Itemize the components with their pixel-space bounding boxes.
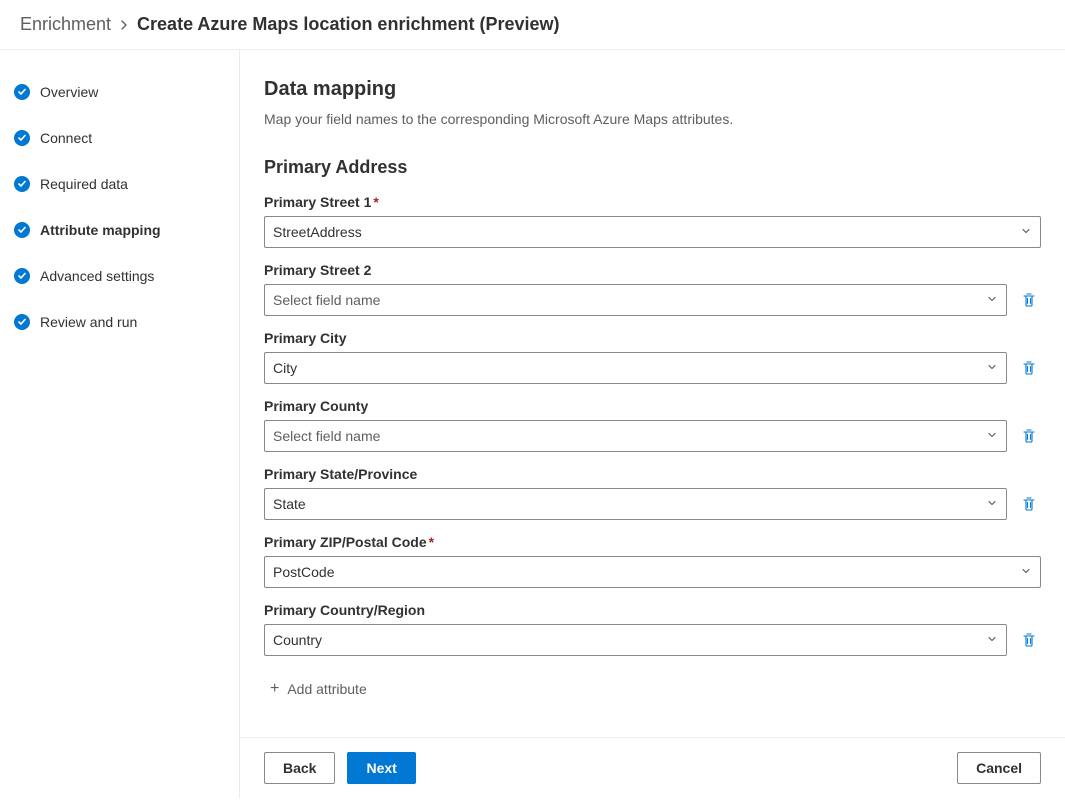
dropdown-value: Country <box>273 632 322 648</box>
wizard-sidebar: Overview Connect Required data Attribute ma… <box>0 50 240 798</box>
chevron-down-icon <box>986 632 998 648</box>
wizard-step-label: Connect <box>40 130 92 146</box>
section-subheading: Map your field names to the correspondin… <box>264 111 1041 127</box>
wizard-step[interactable]: Overview <box>14 78 239 106</box>
field-dropdown[interactable]: PostCode <box>264 556 1041 588</box>
field-dropdown[interactable]: City <box>264 352 1007 384</box>
required-indicator: * <box>373 194 378 210</box>
chevron-down-icon <box>986 496 998 512</box>
delete-icon[interactable] <box>1017 424 1041 448</box>
field: Primary State/Province State <box>264 466 1041 520</box>
field-dropdown[interactable]: Select field name <box>264 284 1007 316</box>
field-label: Primary Country/Region <box>264 602 1041 618</box>
chevron-right-icon <box>119 17 129 33</box>
field-dropdown[interactable]: Country <box>264 624 1007 656</box>
field: Primary County Select field name <box>264 398 1041 452</box>
dropdown-value: Select field name <box>273 292 380 308</box>
wizard-step[interactable]: Review and run <box>14 308 239 336</box>
group-heading: Primary Address <box>264 157 1041 178</box>
dropdown-value: City <box>273 360 297 376</box>
field-dropdown[interactable]: State <box>264 488 1007 520</box>
wizard-step-label: Attribute mapping <box>40 222 161 238</box>
field-label: Primary County <box>264 398 1041 414</box>
wizard-step[interactable]: Attribute mapping <box>14 216 239 244</box>
breadcrumb-prev[interactable]: Enrichment <box>20 14 111 35</box>
next-button[interactable]: Next <box>347 752 415 784</box>
chevron-down-icon <box>986 292 998 308</box>
wizard-step-label: Required data <box>40 176 128 192</box>
wizard-step-label: Advanced settings <box>40 268 154 284</box>
field-label: Primary Street 1* <box>264 194 1041 210</box>
add-attribute-label: Add attribute <box>287 681 366 697</box>
field-dropdown[interactable]: Select field name <box>264 420 1007 452</box>
field: Primary Country/Region Country <box>264 602 1041 656</box>
check-circle-icon <box>14 268 30 284</box>
delete-icon[interactable] <box>1017 492 1041 516</box>
footer: Back Next Cancel <box>240 737 1065 798</box>
field: Primary Street 2 Select field name <box>264 262 1041 316</box>
section-heading: Data mapping <box>264 78 1041 101</box>
field: Primary City City <box>264 330 1041 384</box>
breadcrumb-current: Create Azure Maps location enrichment (P… <box>137 14 559 35</box>
dropdown-value: StreetAddress <box>273 224 362 240</box>
dropdown-value: State <box>273 496 306 512</box>
chevron-down-icon <box>986 428 998 444</box>
field-dropdown[interactable]: StreetAddress <box>264 216 1041 248</box>
check-circle-icon <box>14 222 30 238</box>
chevron-down-icon <box>986 360 998 376</box>
field: Primary Street 1* StreetAddress <box>264 194 1041 248</box>
required-indicator: * <box>429 534 434 550</box>
check-circle-icon <box>14 130 30 146</box>
cancel-button[interactable]: Cancel <box>957 752 1041 784</box>
wizard-step-label: Review and run <box>40 314 137 330</box>
field-label: Primary Street 2 <box>264 262 1041 278</box>
check-circle-icon <box>14 84 30 100</box>
chevron-down-icon <box>1020 564 1032 580</box>
delete-icon[interactable] <box>1017 628 1041 652</box>
plus-icon: + <box>270 680 279 698</box>
field: Primary ZIP/Postal Code* PostCode <box>264 534 1041 588</box>
check-circle-icon <box>14 176 30 192</box>
add-attribute-button[interactable]: + Add attribute <box>264 670 1041 708</box>
breadcrumb: Enrichment Create Azure Maps location en… <box>0 0 1065 50</box>
wizard-step[interactable]: Advanced settings <box>14 262 239 290</box>
field-label: Primary City <box>264 330 1041 346</box>
field-label: Primary ZIP/Postal Code* <box>264 534 1041 550</box>
chevron-down-icon <box>1020 224 1032 240</box>
delete-icon[interactable] <box>1017 288 1041 312</box>
wizard-step-label: Overview <box>40 84 98 100</box>
dropdown-value: PostCode <box>273 564 334 580</box>
field-label: Primary State/Province <box>264 466 1041 482</box>
wizard-step[interactable]: Required data <box>14 170 239 198</box>
delete-icon[interactable] <box>1017 356 1041 380</box>
dropdown-value: Select field name <box>273 428 380 444</box>
back-button[interactable]: Back <box>264 752 335 784</box>
check-circle-icon <box>14 314 30 330</box>
wizard-step[interactable]: Connect <box>14 124 239 152</box>
